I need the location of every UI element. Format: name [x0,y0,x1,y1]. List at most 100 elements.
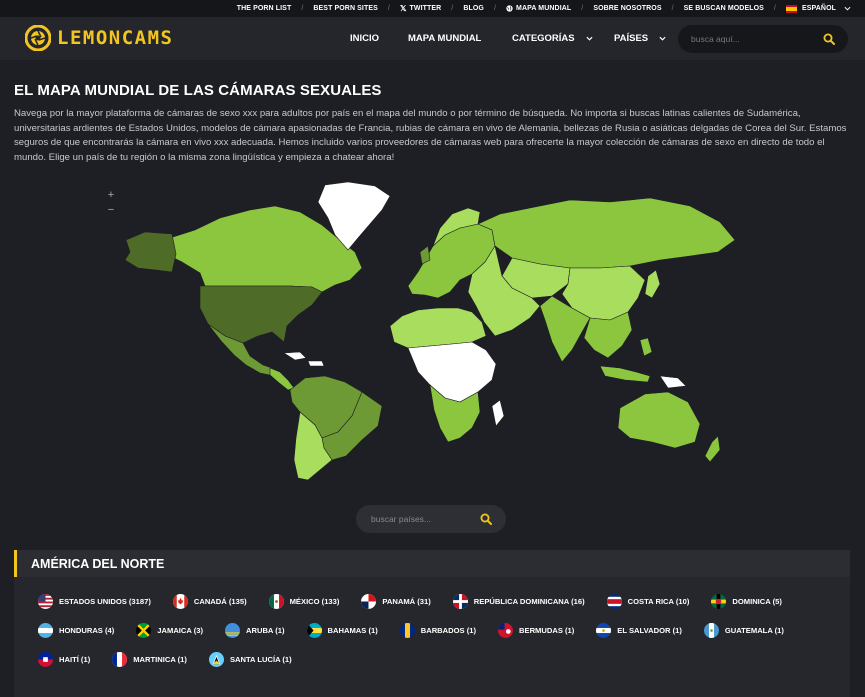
country-link-el-salvador[interactable]: EL SALVADOR (1) [596,623,682,638]
country-label: BAHAMAS (1) [327,626,378,635]
country-link-costa-rica[interactable]: COSTA RICA (10) [606,594,690,609]
map-country-australia[interactable] [617,391,701,449]
world-map[interactable] [100,180,760,485]
chevron-down-icon [659,36,666,41]
country-label: BERMUDAS (1) [519,626,575,635]
country-link-bermuda[interactable]: BERMUDAS (1) [498,623,574,638]
divider: / [301,5,304,12]
chevron-down-icon [586,36,593,41]
nav-categorias[interactable]: CATEGORÍAS [512,17,593,60]
search-icon[interactable] [480,513,492,525]
country-link-bahamas[interactable]: BAHAMAS (1) [306,623,378,638]
country-link-saint-lucia[interactable]: SANTA LUCÍA (1) [208,652,292,667]
topbar-link-label: SOBRE NOSOTROS [593,5,662,12]
divider: / [493,5,497,12]
map-country-alaska[interactable] [124,231,177,273]
nav-mapa-mundial[interactable]: MAPA MUNDIAL [408,17,481,60]
topbar-link-se-buscan-modelos[interactable]: SE BUSCAN MODELOS [684,5,764,12]
mexico-flag-icon [268,594,284,609]
country-link-guatemala[interactable]: GUATEMALA (1) [703,623,784,638]
country-label: COSTA RICA (10) [627,597,690,606]
topbar-link-label: THE PORN LIST [236,5,292,12]
bermuda-flag-icon [498,623,514,638]
country-link-dominican-republic[interactable]: REPÚBLICA DOMINICANA (16) [452,594,585,609]
map-country-madagascar[interactable] [491,399,505,427]
country-label: BARBADOS (1) [420,626,477,635]
jamaica-flag-icon [136,623,152,638]
country-label: EL SALVADOR (1) [617,626,682,635]
map-region-central-america[interactable] [269,367,295,391]
map-region-caribbean[interactable] [283,351,325,367]
country-label: HAITÍ (1) [59,655,91,664]
country-label: CANADÁ (135) [193,597,247,606]
country-list: ESTADOS UNIDOS (3187) CANADÁ (135) MÉXIC… [38,594,838,667]
topbar-link-blog[interactable]: BLOG [463,5,484,12]
country-link-martinique[interactable]: MARTINICA (1) [112,652,187,667]
map-country-papua-new-guinea[interactable] [659,375,687,389]
country-link-panama[interactable]: PANAMÁ (31) [361,594,431,609]
country-label: ARUBA (1) [246,626,285,635]
country-link-dominica[interactable]: DOMINICA (5) [711,594,782,609]
country-link-aruba[interactable]: ARUBA (1) [225,623,285,638]
country-link-us[interactable]: ESTADOS UNIDOS (3187) [38,594,151,609]
topbar-link-sobre-nosotros[interactable]: SOBRE NOSOTROS [593,5,661,12]
region-title: AMÉRICA DEL NORTE [31,556,165,571]
topbar-link-twitter[interactable]: 𝕏 TWITTER [400,4,441,13]
dominican-republic-flag-icon [452,594,468,609]
honduras-flag-icon [38,623,53,638]
bahamas-flag-icon [306,623,322,638]
map-region-central-africa[interactable] [407,341,497,403]
country-label: HONDURAS (4) [59,626,115,635]
country-link-canada[interactable]: CANADÁ (135) [172,594,247,609]
topbar-link-best-porn-sites[interactable]: BEST PORN SITES [313,5,378,12]
country-label: JAMAICA (3) [157,626,203,635]
region-north-america: AMÉRICA DEL NORTE ESTADOS UNIDOS (3187) … [14,550,850,697]
logo-text: LEMONCAMS [57,27,174,49]
globe-icon [506,5,513,12]
site-search-input[interactable] [691,34,823,44]
country-link-jamaica[interactable]: JAMAICA (3) [136,623,203,638]
martinique-flag-icon [112,652,128,667]
topbar-link-label: MAPA MUNDIAL [516,5,572,12]
country-label: MÉXICO (133) [289,597,340,606]
costa-rica-flag-icon [606,594,622,609]
search-icon[interactable] [823,33,835,45]
language-selector[interactable]: ESPAÑOL [785,4,851,13]
country-search [356,505,506,533]
topbar-link-the-porn-list[interactable]: THE PORN LIST [237,5,292,12]
chevron-down-icon [844,6,851,11]
map-country-russia[interactable] [477,197,736,269]
topbar-link-mapa-mundial[interactable]: MAPA MUNDIAL [506,5,571,12]
x-logo-icon: 𝕏 [399,4,407,13]
top-bar: THE PORN LIST / BEST PORN SITES / 𝕏 TWIT… [0,0,865,17]
region-accent-bar [14,550,17,577]
nav-paises[interactable]: PAÍSES [614,17,666,60]
nav-label: MAPA MUNDIAL [408,33,482,44]
country-search-input[interactable] [371,514,476,524]
country-label: MARTINICA (1) [133,655,187,664]
spain-flag-icon [785,4,797,13]
barbados-flag-icon [399,623,415,638]
us-flag-icon [38,594,53,609]
region-header: AMÉRICA DEL NORTE [14,550,850,577]
country-label: ESTADOS UNIDOS (3187) [59,597,151,606]
map-country-japan[interactable] [644,269,661,299]
map-country-new-zealand[interactable] [704,435,721,463]
nav-inicio[interactable]: INICIO [350,17,379,60]
site-logo[interactable]: LEMONCAMS [25,25,173,51]
nav-label: CATEGORÍAS [512,33,575,44]
topbar-link-label: BEST PORN SITES [313,5,378,12]
divider: / [671,5,674,12]
country-link-haiti[interactable]: HAITÍ (1) [38,652,90,667]
el-salvador-flag-icon [596,623,612,638]
country-label: DOMINICA (5) [732,597,782,606]
country-link-barbados[interactable]: BARBADOS (1) [399,623,477,638]
country-link-mexico[interactable]: MÉXICO (133) [268,594,340,609]
haiti-flag-icon [38,652,53,667]
divider: / [387,5,390,12]
saint-lucia-flag-icon [208,652,224,667]
topbar-link-label: TWITTER [409,5,442,12]
country-link-honduras[interactable]: HONDURAS (4) [38,623,114,638]
country-label: GUATEMALA (1) [724,626,784,635]
site-search [678,25,848,53]
